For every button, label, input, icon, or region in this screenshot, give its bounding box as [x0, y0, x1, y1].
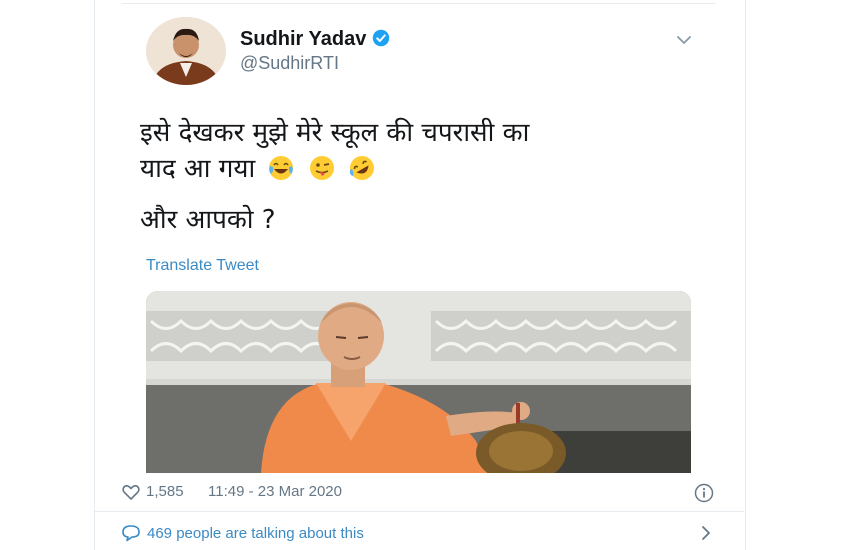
- tweet-text-line-2: याद आ गया: [140, 149, 376, 185]
- winking-face-with-tongue-icon: [309, 156, 334, 180]
- conversation-link[interactable]: 469 people are talking about this: [147, 525, 364, 542]
- tweet-text-line-3: और आपको ?: [140, 205, 276, 235]
- chevron-right-icon[interactable]: [698, 524, 714, 542]
- rolling-on-the-floor-laughing-icon: [349, 156, 374, 180]
- info-icon[interactable]: [694, 483, 714, 503]
- heart-icon[interactable]: [121, 482, 141, 502]
- speech-bubble-icon[interactable]: [121, 524, 141, 542]
- verified-badge-icon: [373, 29, 390, 47]
- tweet-media-image[interactable]: [146, 291, 691, 473]
- tweet-timestamp[interactable]: 11:49 - 23 Mar 2020: [208, 483, 342, 500]
- tweet-text-line-2-text: याद आ गया: [140, 154, 256, 184]
- translate-tweet-link[interactable]: Translate Tweet: [146, 257, 259, 275]
- top-divider: [122, 0, 716, 4]
- like-count[interactable]: 1,585: [146, 483, 184, 500]
- author-handle[interactable]: @SudhirRTI: [240, 53, 339, 74]
- author-name-text[interactable]: Sudhir Yadav: [240, 28, 366, 50]
- chevron-down-icon[interactable]: [674, 30, 694, 50]
- tweet-text-line-1: इसे देखकर मुझे मेरे स्कूल की चपरासी का: [140, 118, 530, 148]
- author-name[interactable]: Sudhir Yadav: [240, 28, 390, 51]
- avatar[interactable]: [146, 17, 226, 85]
- footer-divider: [94, 511, 744, 512]
- face-with-tears-of-joy-icon: [269, 156, 294, 180]
